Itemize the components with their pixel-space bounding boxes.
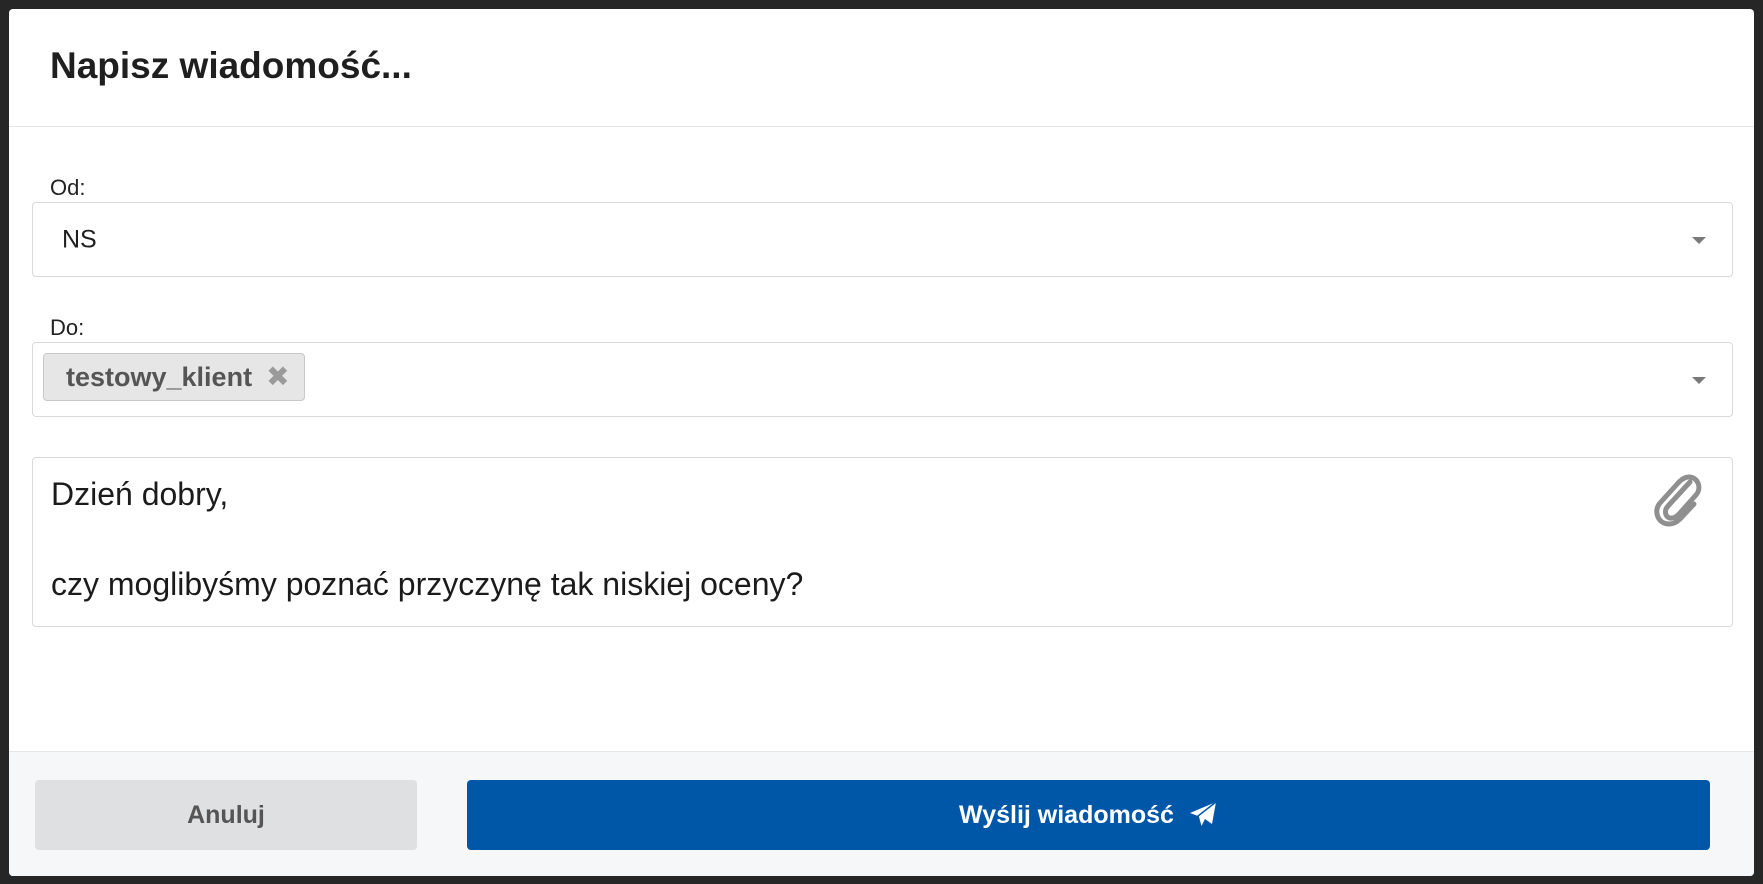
cancel-button-label: Anuluj: [187, 800, 265, 829]
message-textarea[interactable]: Dzień dobry, czy moglibyśmy poznać przyc…: [32, 457, 1733, 627]
from-selected-value: NS: [62, 225, 97, 253]
dialog-header: Napisz wiadomość...: [9, 9, 1754, 127]
chevron-down-icon: [1692, 376, 1706, 384]
dialog-title: Napisz wiadomość...: [50, 44, 412, 86]
dialog-footer: Anuluj Wyślij wiadomość: [9, 751, 1754, 876]
chevron-down-icon: [1692, 236, 1706, 244]
to-label: Do:: [50, 315, 85, 340]
cancel-button[interactable]: Anuluj: [35, 780, 417, 850]
send-message-button[interactable]: Wyślij wiadomość: [467, 780, 1710, 850]
message-line: czy moglibyśmy poznać przyczynę tak nisk…: [51, 566, 804, 602]
paperclip-icon[interactable]: [1650, 468, 1704, 528]
send-button-label: Wyślij wiadomość: [959, 800, 1174, 829]
to-select[interactable]: testowy_klient ✖: [32, 342, 1733, 417]
from-select[interactable]: NS: [32, 202, 1733, 277]
close-icon[interactable]: ✖: [266, 363, 289, 391]
recipient-tag: testowy_klient ✖: [43, 353, 305, 401]
paper-plane-icon: [1189, 801, 1217, 828]
from-label: Od:: [50, 175, 86, 200]
message-line: Dzień dobry,: [51, 476, 229, 512]
dialog-body: Od: NS Do: testowy_klient ✖ Dzień dobry,…: [9, 127, 1754, 751]
compose-message-dialog: Napisz wiadomość... Od: NS Do: testowy_k…: [9, 9, 1754, 876]
recipient-tag-label: testowy_klient: [66, 361, 253, 392]
